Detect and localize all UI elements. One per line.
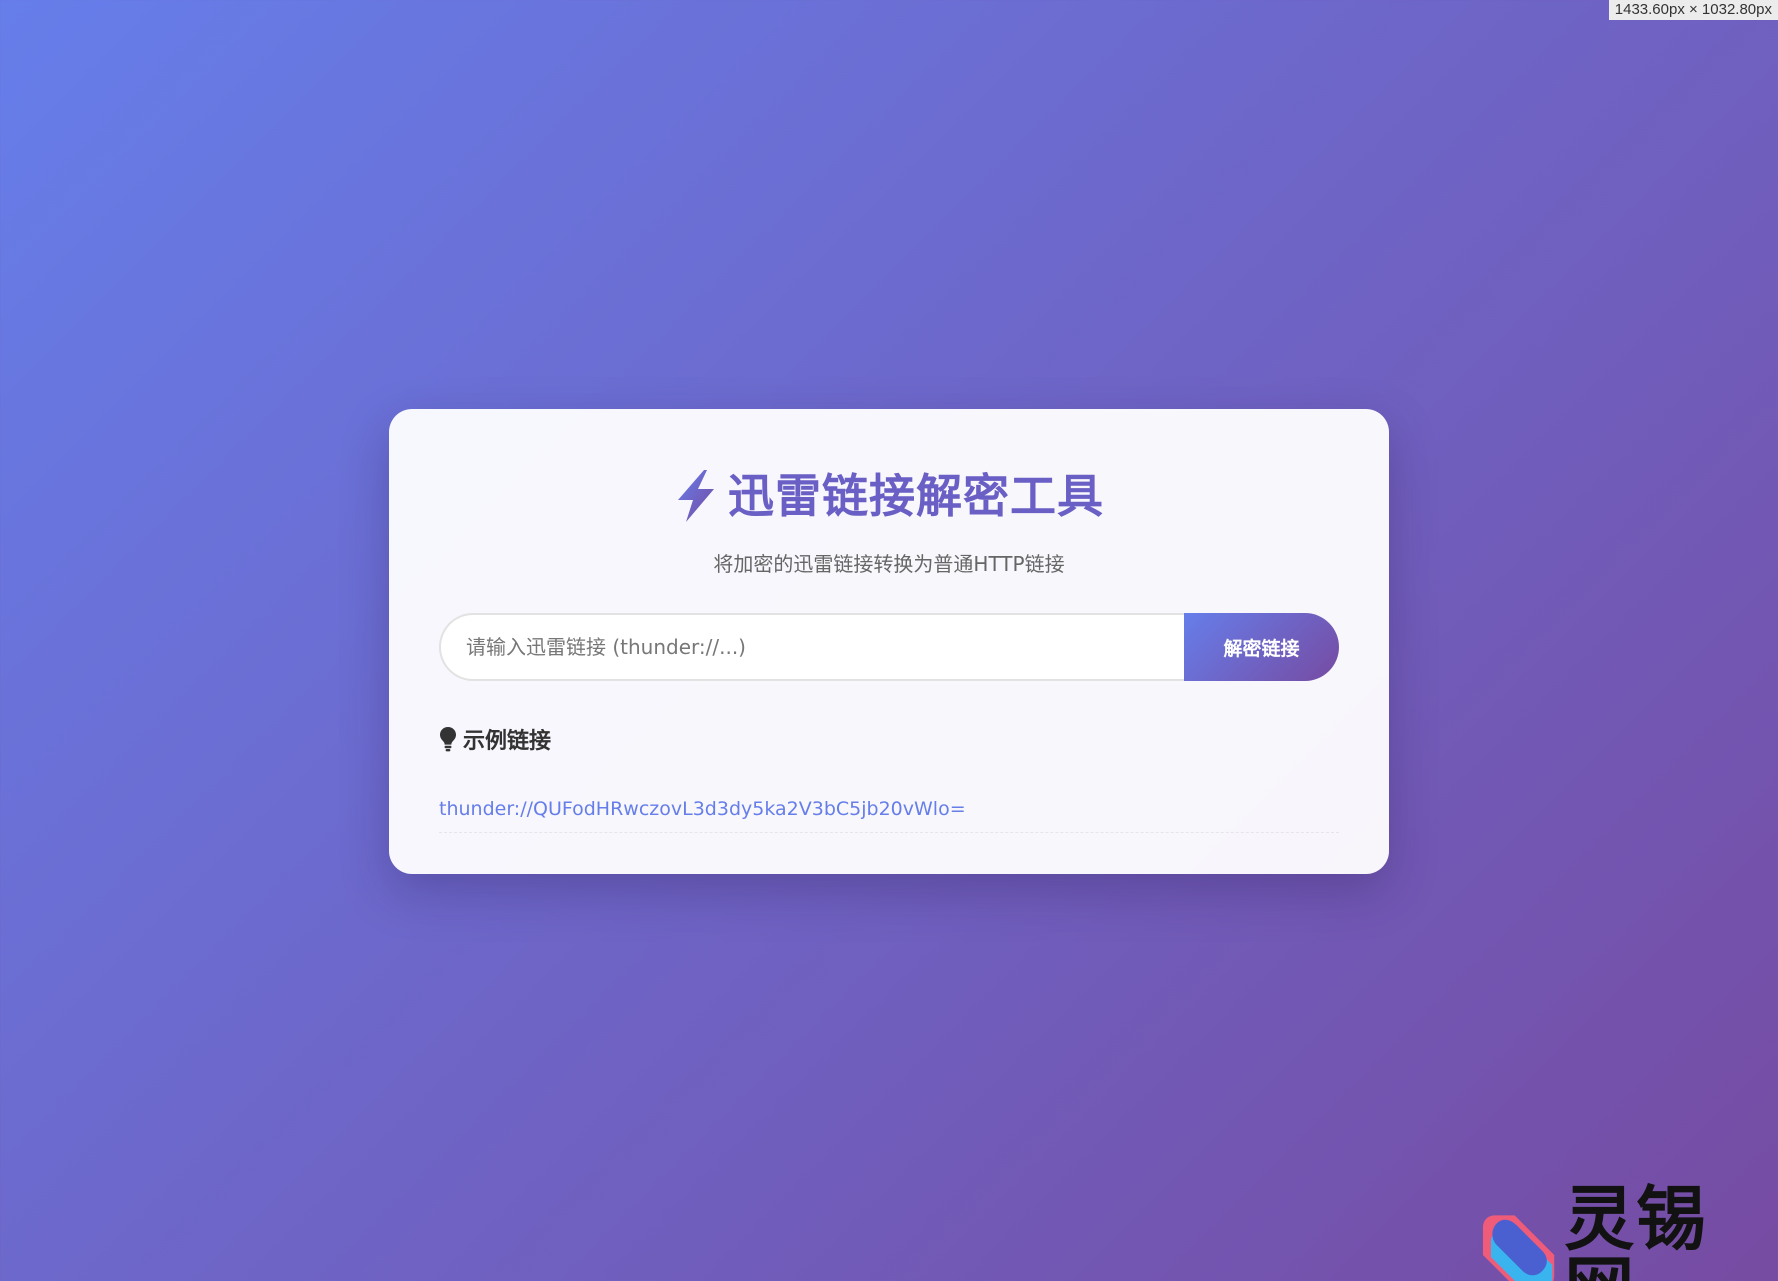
watermark: 灵锡网: [1481, 1184, 1778, 1281]
decrypt-form: 解密链接: [439, 613, 1339, 681]
lightbulb-icon: [440, 727, 456, 752]
title-row: 迅雷链接解密工具: [389, 469, 1389, 523]
decrypt-button[interactable]: 解密链接: [1184, 613, 1339, 681]
viewport-size-badge: 1433.60px × 1032.80px: [1608, 0, 1778, 20]
lightning-bolt-icon: [678, 470, 714, 522]
page-title: 迅雷链接解密工具: [728, 469, 1104, 523]
example-thunder-link[interactable]: thunder://QUFodHRwczovL3d3dy5ka2V3bC5jb2…: [439, 798, 966, 820]
examples-title: 示例链接: [463, 729, 552, 754]
example-list-item: thunder://QUFodHRwczovL3d3dy5ka2V3bC5jb2…: [439, 785, 1339, 833]
decrypt-tool-card: 迅雷链接解密工具 将加密的迅雷链接转换为普通HTTP链接 解密链接 示例链接 t…: [389, 409, 1389, 874]
thunder-link-input[interactable]: [439, 613, 1184, 681]
watermark-text: 灵锡网: [1564, 1178, 1709, 1281]
page-subtitle: 将加密的迅雷链接转换为普通HTTP链接: [713, 552, 1065, 576]
examples-heading: 示例链接: [439, 723, 551, 755]
lingxi-logo-icon: [1482, 1215, 1555, 1281]
